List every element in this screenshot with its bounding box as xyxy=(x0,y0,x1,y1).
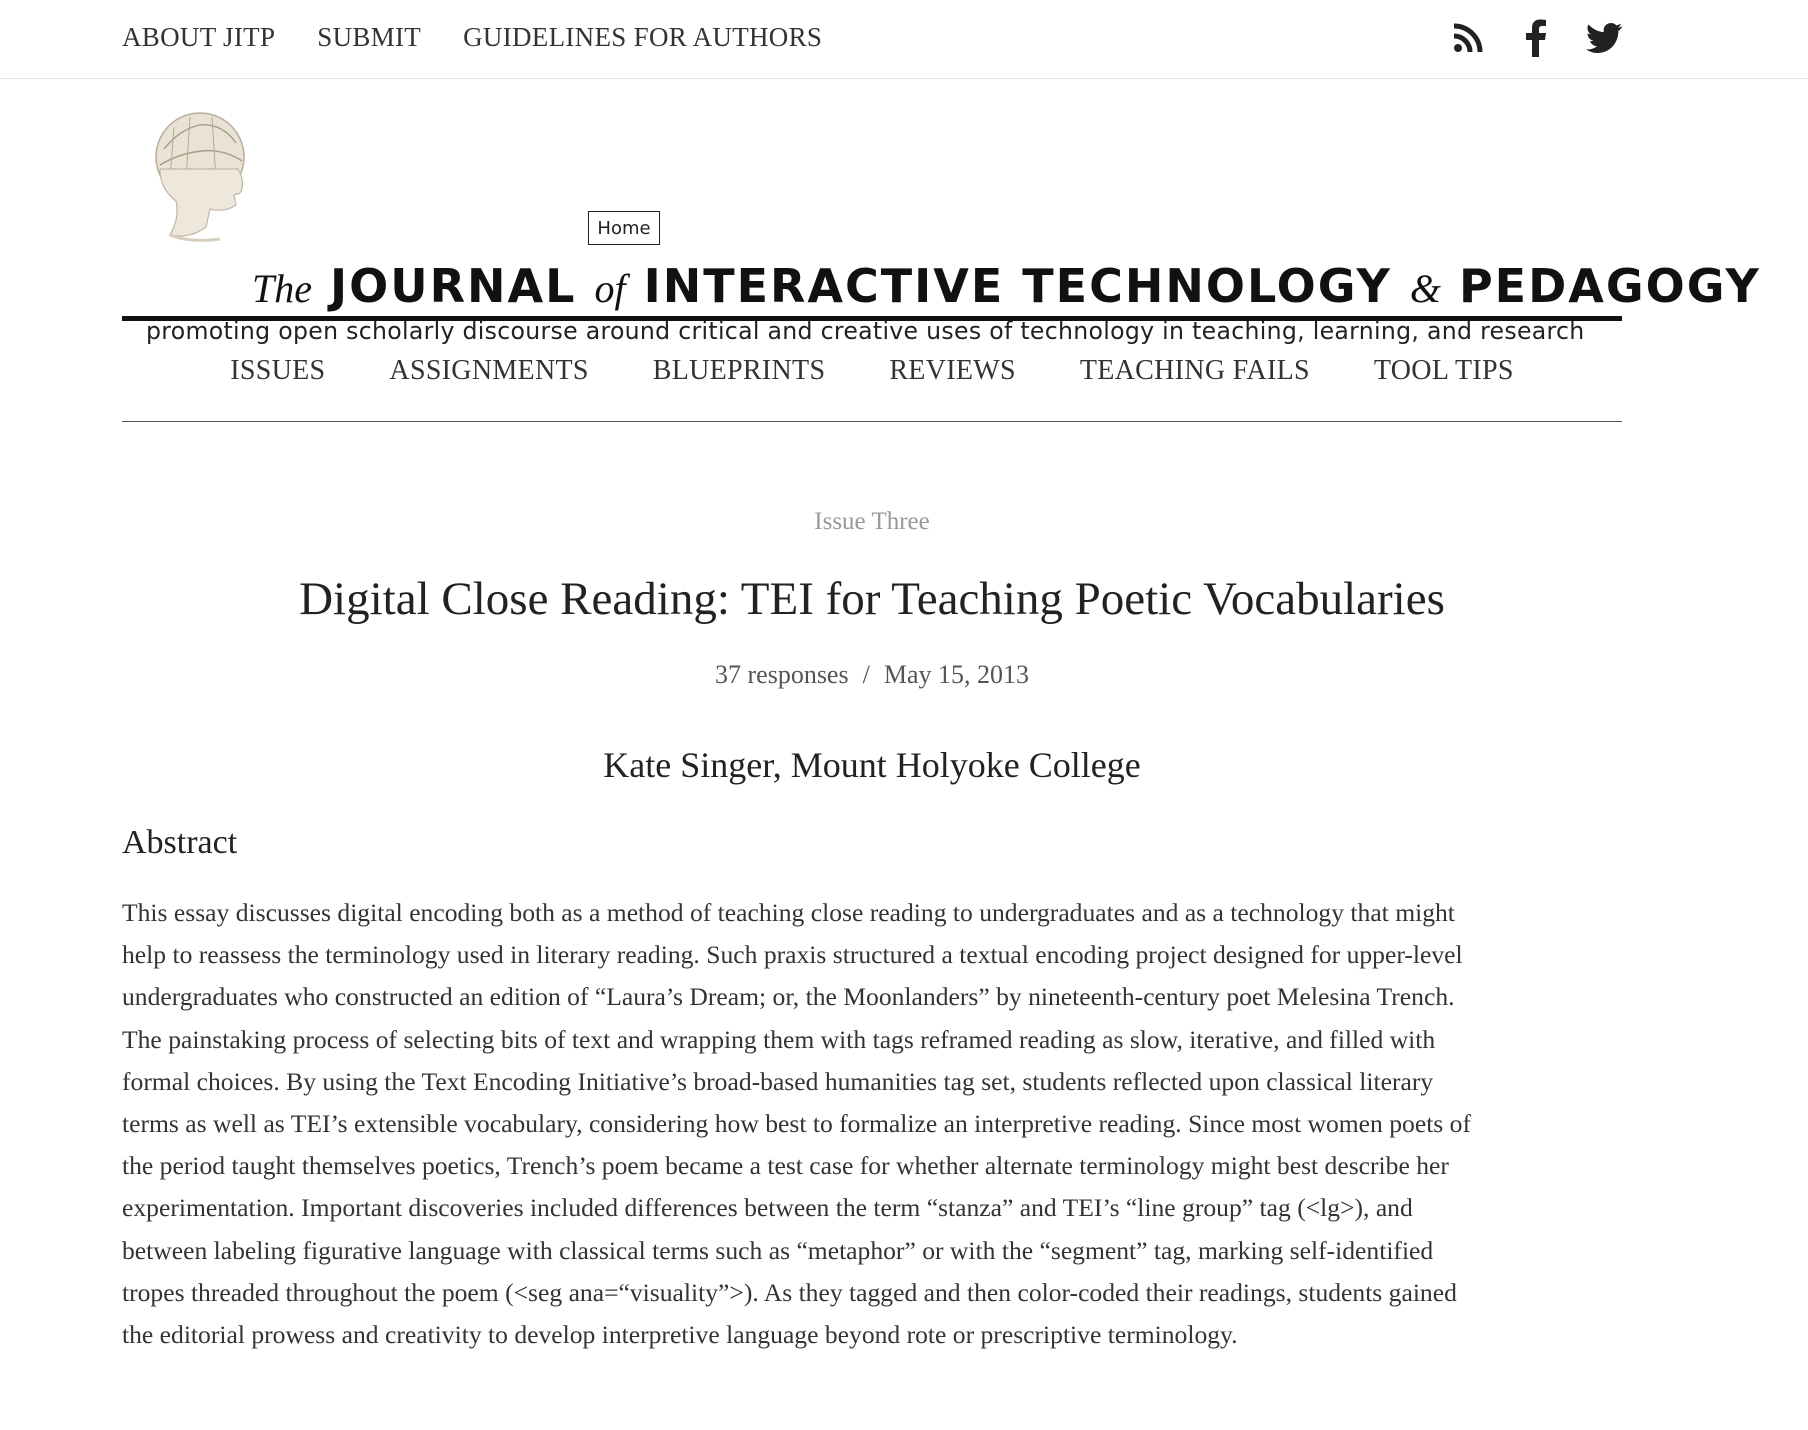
article: Issue Three Digital Close Reading: TEI f… xyxy=(122,508,1622,1356)
phrenology-head-logo[interactable] xyxy=(150,109,250,245)
nav-teaching-fails[interactable]: TEACHING FAILS xyxy=(1080,355,1310,387)
nav-tool-tips[interactable]: TOOL TIPS xyxy=(1374,355,1514,387)
abstract-line: tropes threaded throughout the poem (<se… xyxy=(122,1277,1457,1307)
journal-title[interactable]: The JOURNAL of INTERACTIVE TECHNOLOGY & … xyxy=(252,263,1761,309)
article-meta: 37 responses / May 15, 2013 xyxy=(122,660,1622,690)
title-journal: JOURNAL xyxy=(330,259,577,313)
abstract-text: This essay discusses digital encoding bo… xyxy=(122,892,1622,1356)
publish-date: May 15, 2013 xyxy=(883,660,1029,689)
abstract-line: The painstaking process of selecting bit… xyxy=(122,1024,1436,1054)
topnav-about-link[interactable]: ABOUT JITP xyxy=(122,22,275,53)
abstract-line: undergraduates who constructed an editio… xyxy=(122,982,1455,1012)
abstract-line: terms as well as TEI’s extensible vocabu… xyxy=(122,1109,1471,1139)
abstract-line: formal choices. By using the Text Encodi… xyxy=(122,1066,1434,1096)
title-main: INTERACTIVE TECHNOLOGY xyxy=(643,259,1392,313)
abstract-line: experimentation. Important discoveries i… xyxy=(122,1193,1413,1223)
top-nav: ABOUT JITP SUBMIT GUIDELINES FOR AUTHORS xyxy=(122,22,822,53)
abstract-line: the period taught themselves poetics, Tr… xyxy=(122,1151,1449,1181)
article-author: Kate Singer, Mount Holyoke College xyxy=(603,745,1141,785)
meta-separator: / xyxy=(862,660,870,689)
title-of: of xyxy=(594,266,626,311)
nav-issues[interactable]: ISSUES xyxy=(230,355,325,387)
facebook-icon[interactable] xyxy=(1516,18,1556,58)
nav-blueprints[interactable]: BLUEPRINTS xyxy=(653,355,826,387)
nav-reviews[interactable]: REVIEWS xyxy=(889,355,1016,387)
masthead: Home The JOURNAL of INTERACTIVE TECHNOLO… xyxy=(0,79,1808,345)
home-button[interactable]: Home xyxy=(588,211,660,245)
main-nav: ISSUES ASSIGNMENTS BLUEPRINTS REVIEWS TE… xyxy=(122,316,1622,422)
abstract-line: This essay discusses digital encoding bo… xyxy=(122,898,1455,927)
abstract-heading: Abstract xyxy=(122,824,238,861)
top-bar: ABOUT JITP SUBMIT GUIDELINES FOR AUTHORS xyxy=(0,0,1808,79)
responses-link[interactable]: 37 responses xyxy=(715,660,849,689)
abstract-line: between labeling figurative language wit… xyxy=(122,1235,1434,1265)
topnav-submit-link[interactable]: SUBMIT xyxy=(317,22,421,53)
title-pedagogy: PEDAGOGY xyxy=(1458,259,1761,313)
issue-label[interactable]: Issue Three xyxy=(122,508,1622,536)
article-title: Digital Close Reading: TEI for Teaching … xyxy=(299,573,1445,625)
social-links xyxy=(1448,18,1624,58)
abstract-line: help to reassess the terminology used in… xyxy=(122,940,1463,970)
abstract-line: the editorial prowess and creativity to … xyxy=(122,1320,1238,1350)
rss-icon[interactable] xyxy=(1448,18,1488,58)
nav-assignments[interactable]: ASSIGNMENTS xyxy=(389,355,588,387)
title-the: The xyxy=(252,266,312,311)
twitter-icon[interactable] xyxy=(1584,18,1624,58)
topnav-guidelines-link[interactable]: GUIDELINES FOR AUTHORS xyxy=(463,22,822,53)
title-amp: & xyxy=(1409,266,1441,311)
